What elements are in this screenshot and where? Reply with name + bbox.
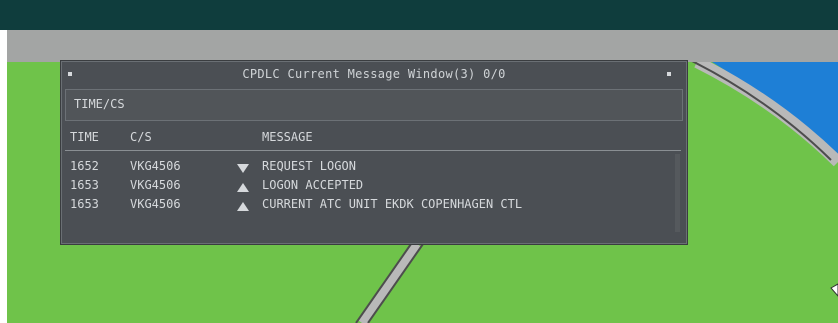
column-header-callsign: C/S [130,130,152,144]
message-callsign: VKG4506 [130,159,181,173]
message-callsign: VKG4506 [130,178,181,192]
cpdlc-message-window[interactable]: CPDLC Current Message Window(3) 0/0 TIME… [61,61,687,244]
map-marker [830,283,838,297]
toolbar-bar [7,30,838,63]
sort-filter-label: TIME/CS [74,97,125,111]
message-time: 1653 [70,197,99,211]
diagonal-road-edge-left [355,243,412,323]
top-strip [0,0,838,30]
window-title-bar[interactable]: CPDLC Current Message Window(3) 0/0 [62,62,686,87]
triangle-down-icon [237,164,249,173]
diagonal-road [357,240,422,323]
table-header: TIME C/S MESSAGE [65,128,681,151]
atc-screen: CPDLC Current Message Window(3) 0/0 TIME… [0,0,838,323]
diagonal-road-edge-right [367,243,424,323]
message-text: CURRENT ATC UNIT EKDK COPENHAGEN CTL [262,197,523,211]
column-header-time: TIME [70,130,99,144]
column-header-message: MESSAGE [262,130,313,144]
message-row[interactable]: 1653 VKG4506 CURRENT ATC UNIT EKDK COPEN… [65,196,681,214]
triangle-up-icon [237,183,249,192]
message-scrollbar[interactable] [675,154,680,232]
message-text: LOGON ACCEPTED [262,178,364,192]
message-time: 1653 [70,178,99,192]
message-callsign: VKG4506 [130,197,181,211]
triangle-up-icon [237,202,249,211]
message-row[interactable]: 1653 VKG4506 LOGON ACCEPTED [65,177,681,195]
window-title: CPDLC Current Message Window(3) 0/0 [242,67,506,81]
window-menu-dot-right[interactable] [667,72,671,76]
sort-filter-bar[interactable]: TIME/CS [65,89,683,121]
message-row[interactable]: 1652 VKG4506 REQUEST LOGON [65,158,681,176]
message-text: REQUEST LOGON [262,159,356,173]
message-time: 1652 [70,159,99,173]
